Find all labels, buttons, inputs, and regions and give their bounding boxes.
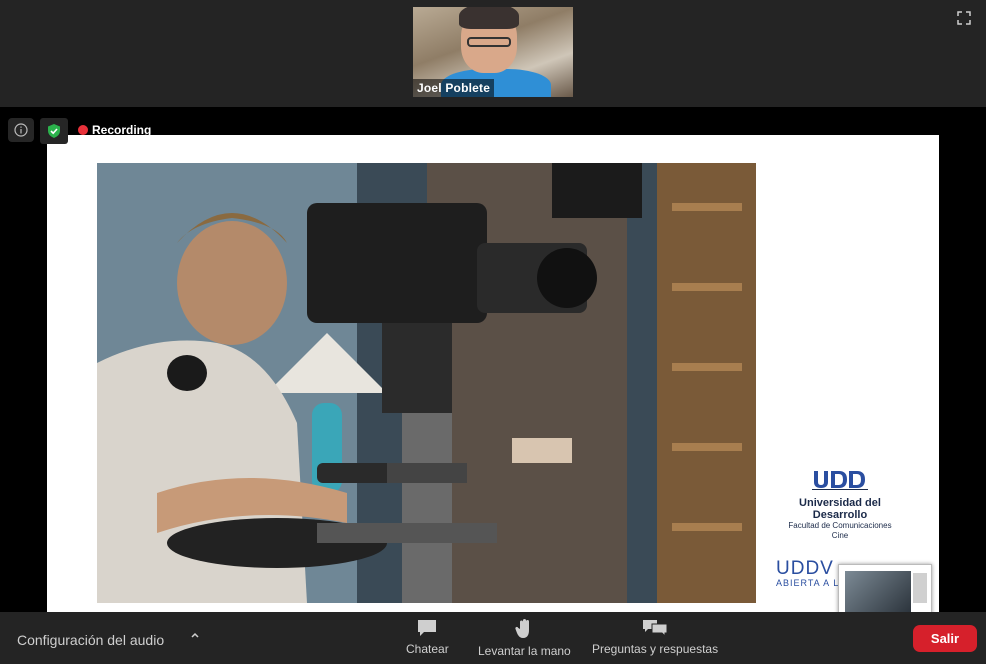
participant-name-label: Joel Poblete xyxy=(413,79,495,97)
recording-label: Recording xyxy=(92,123,152,137)
thumbnail-photo xyxy=(845,571,911,615)
qa-icon xyxy=(643,620,668,638)
leave-button[interactable]: Salir xyxy=(913,625,977,652)
qa-label: Preguntas y respuestas xyxy=(592,642,719,656)
audio-settings-button[interactable]: Configuración del audio xyxy=(17,632,164,648)
raise-hand-label: Levantar la mano xyxy=(478,644,571,658)
chat-icon xyxy=(418,620,437,636)
slide-photo-drawing xyxy=(97,163,756,603)
udd-faculty: Facultad de Comunicaciones xyxy=(788,521,892,530)
uddv-tagline: ABIERTA A LA xyxy=(776,578,847,588)
fullscreen-button[interactable] xyxy=(952,7,976,29)
shield-check-icon xyxy=(48,124,60,138)
recording-dot-icon xyxy=(78,125,88,135)
audio-menu-toggle[interactable] xyxy=(190,630,200,643)
fullscreen-icon xyxy=(957,11,971,25)
thumbnail-side xyxy=(913,573,927,603)
info-button[interactable] xyxy=(8,118,34,142)
udd-institution-name: Universidad del Desarrollo xyxy=(799,497,881,521)
udd-logo-icon xyxy=(812,471,868,490)
udd-logo: Universidad del Desarrollo Facultad de C… xyxy=(772,470,908,541)
udd-department: Cine xyxy=(831,531,849,540)
chat-label: Chatear xyxy=(406,642,449,656)
chevron-up-icon xyxy=(191,632,199,638)
qa-button[interactable]: Preguntas y respuestas xyxy=(592,618,718,656)
uddv-brand: UDDV xyxy=(776,558,834,579)
recording-indicator[interactable]: Recording xyxy=(74,120,151,140)
participant-video[interactable]: Joel Poblete xyxy=(413,7,573,97)
encryption-button[interactable] xyxy=(40,118,68,144)
info-icon xyxy=(14,123,28,137)
video-person-glasses xyxy=(467,37,511,47)
raise-hand-button[interactable]: Levantar la mano xyxy=(478,618,571,658)
slide-photo xyxy=(97,163,756,603)
chat-button[interactable]: Chatear xyxy=(406,618,449,656)
video-person-hair xyxy=(459,7,519,29)
hand-icon xyxy=(515,619,530,638)
self-view-thumbnail[interactable] xyxy=(838,564,932,616)
